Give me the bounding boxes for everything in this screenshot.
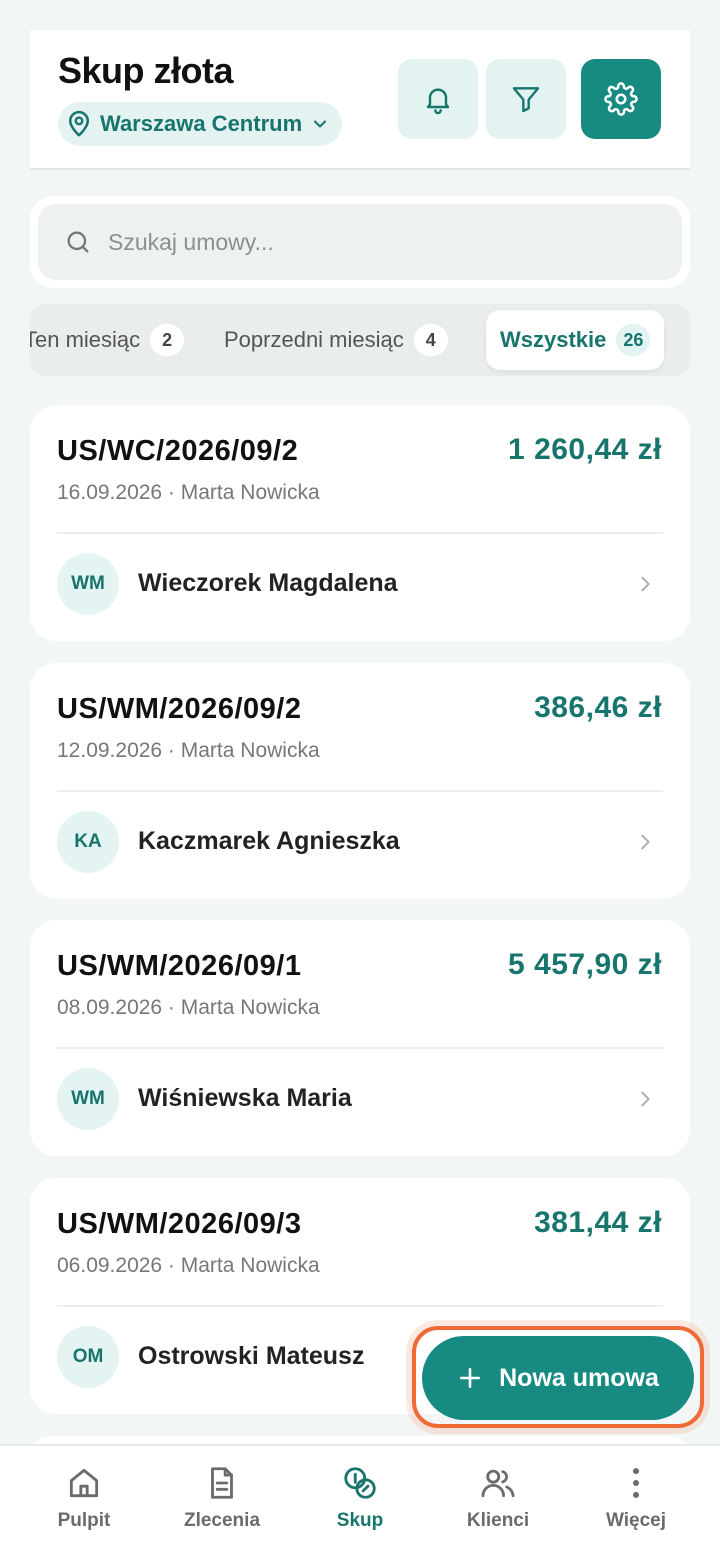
nav-item-wiecej[interactable]: Więcej — [566, 1464, 706, 1532]
tab-count-badge: 2 — [150, 324, 185, 356]
filter-icon — [512, 87, 540, 113]
settings-button[interactable] — [581, 59, 661, 139]
contract-meta: 06.09.2026 · Marta Nowicka — [57, 1254, 320, 1277]
nav-label: Więcej — [605, 1510, 667, 1531]
nav-label: Pulpit — [57, 1510, 111, 1531]
nav-item-zlecenia[interactable]: Zlecenia — [152, 1464, 292, 1532]
contract-card[interactable]: US/WC/2026/09/2 1 260,44 zł 16.09.2026 ·… — [30, 405, 690, 641]
avatar: KA — [57, 811, 119, 873]
client-name: Ostrowski Mateusz — [138, 1342, 365, 1370]
app-header: Skup złota Warszawa Centrum — [30, 30, 690, 170]
filter-button[interactable] — [486, 59, 566, 139]
new-contract-button[interactable]: Nowa umowa — [422, 1336, 694, 1420]
nav-label: Klienci — [466, 1510, 530, 1531]
divider — [57, 790, 663, 792]
search-input[interactable] — [106, 227, 590, 257]
contract-amount: 381,44 zł — [534, 1206, 662, 1239]
location-pin-icon — [69, 110, 89, 137]
page-title: Skup złota — [58, 50, 234, 91]
avatar: WM — [57, 553, 119, 615]
chevron-right-icon — [641, 1091, 650, 1107]
contract-amount: 386,46 zł — [534, 691, 662, 724]
location-label: Warszawa Centrum — [100, 111, 303, 136]
period-tabs: Ten miesiąc 2 Poprzedni miesiąc 4 Wszyst… — [30, 304, 690, 376]
tab-count-badge: 4 — [413, 324, 448, 356]
tab-label: Wszystkie — [500, 327, 607, 352]
divider — [57, 1305, 663, 1307]
contract-amount: 5 457,90 zł — [508, 948, 662, 981]
contract-card[interactable]: US/WM/2026/09/1 5 457,90 zł 08.09.2026 ·… — [30, 920, 690, 1156]
contract-meta: 08.09.2026 · Marta Nowicka — [57, 996, 320, 1019]
nav-label: Zlecenia — [183, 1510, 261, 1531]
nav-item-pulpit[interactable]: Pulpit — [14, 1464, 154, 1532]
client-name: Wiśniewska Maria — [138, 1084, 352, 1112]
search-box[interactable] — [38, 204, 682, 280]
bell-icon — [426, 88, 450, 115]
search-container — [30, 196, 690, 288]
coins-icon — [344, 1467, 376, 1499]
contract-number: US/WM/2026/09/1 — [57, 950, 302, 982]
chevron-right-icon — [641, 834, 650, 850]
client-name: Kaczmarek Agnieszka — [138, 827, 400, 855]
bottom-navigation: Pulpit Zlecenia Skup Klienci Więcej — [0, 1444, 720, 1561]
notifications-button[interactable] — [398, 59, 478, 139]
contract-card[interactable]: US/WM/2026/09/2 386,46 zł 12.09.2026 · M… — [30, 663, 690, 899]
divider — [57, 1047, 663, 1049]
avatar: WM — [57, 1068, 119, 1130]
search-icon — [67, 231, 89, 253]
nav-item-skup[interactable]: Skup — [290, 1464, 430, 1532]
tab-count-badge: 26 — [616, 324, 651, 356]
client-name: Wieczorek Magdalena — [138, 569, 398, 597]
chevron-down-icon — [314, 120, 327, 128]
home-icon — [69, 1468, 99, 1498]
tab-all[interactable]: Wszystkie 26 — [486, 310, 665, 370]
more-icon — [632, 1468, 640, 1498]
users-icon — [481, 1469, 515, 1498]
nav-item-klienci[interactable]: Klienci — [428, 1464, 568, 1532]
contract-number: US/WM/2026/09/3 — [57, 1208, 302, 1240]
contract-meta: 16.09.2026 · Marta Nowicka — [57, 481, 320, 504]
tab-label: Poprzedni miesiąc — [224, 327, 404, 352]
document-icon — [211, 1467, 233, 1499]
avatar: OM — [57, 1326, 119, 1388]
contract-meta: 12.09.2026 · Marta Nowicka — [57, 739, 320, 762]
contract-number: US/WC/2026/09/2 — [57, 435, 299, 467]
tab-previous-month[interactable]: Poprzedni miesiąc 4 — [224, 310, 448, 370]
plus-icon — [460, 1368, 481, 1388]
gear-icon — [604, 82, 638, 116]
contract-number: US/WM/2026/09/2 — [57, 693, 302, 725]
tab-label: Ten miesiąc — [30, 327, 141, 352]
new-contract-label: Nowa umowa — [499, 1363, 659, 1392]
contract-amount: 1 260,44 zł — [508, 433, 662, 466]
nav-label: Skup — [336, 1510, 384, 1531]
divider — [57, 532, 663, 534]
location-selector[interactable]: Warszawa Centrum — [58, 102, 342, 146]
chevron-right-icon — [641, 576, 650, 592]
tab-this-month[interactable]: Ten miesiąc 2 — [30, 310, 185, 370]
